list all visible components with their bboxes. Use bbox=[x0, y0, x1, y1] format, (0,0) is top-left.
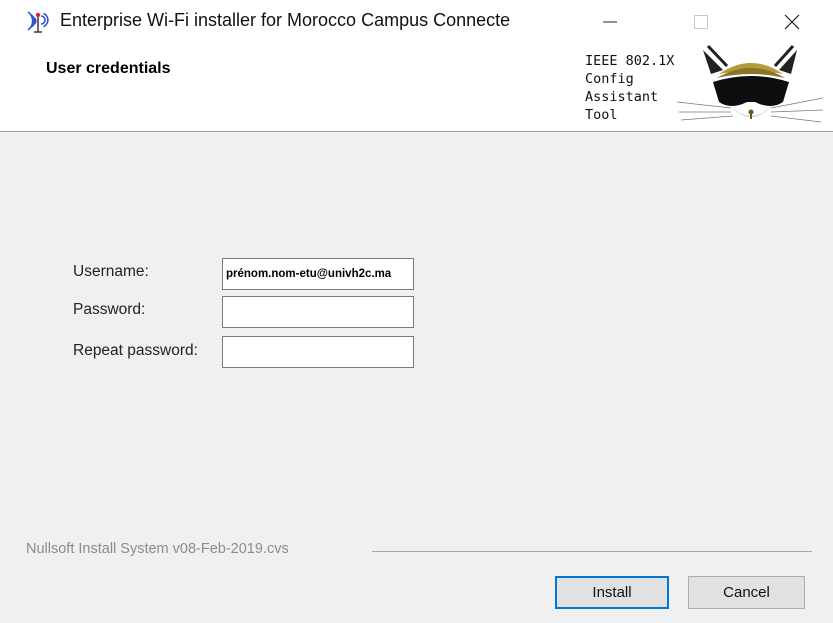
wifi-antenna-icon bbox=[22, 6, 52, 36]
header-panel: User credentials IEEE 802.1X Config Assi… bbox=[0, 44, 833, 131]
minimize-icon bbox=[603, 15, 617, 29]
title-bar: Enterprise Wi-Fi installer for Morocco C… bbox=[0, 0, 833, 44]
maximize-button[interactable] bbox=[671, 0, 731, 44]
cat-logo-icon bbox=[675, 40, 825, 135]
password-input[interactable] bbox=[222, 296, 414, 328]
tool-name-line: Assistant bbox=[585, 89, 659, 105]
install-button[interactable]: Install bbox=[555, 576, 669, 609]
footer-divider bbox=[372, 551, 812, 552]
repeat-password-input[interactable] bbox=[222, 336, 414, 368]
close-button[interactable] bbox=[762, 0, 822, 44]
tool-name: IEEE 802.1X Config Assistant Tool bbox=[585, 52, 674, 124]
window-title: Enterprise Wi-Fi installer for Morocco C… bbox=[60, 10, 511, 30]
minimize-button[interactable] bbox=[580, 0, 640, 44]
content-panel: Username: Password: Repeat password: Nul… bbox=[0, 132, 833, 623]
username-label: Username: bbox=[73, 263, 149, 280]
cancel-button[interactable]: Cancel bbox=[688, 576, 805, 609]
repeat-password-label: Repeat password: bbox=[73, 342, 198, 359]
page-title: User credentials bbox=[46, 60, 171, 77]
username-input[interactable] bbox=[222, 258, 414, 290]
tool-name-line: IEEE 802.1X bbox=[585, 53, 675, 69]
close-icon bbox=[784, 14, 800, 30]
tool-name-line: Config bbox=[585, 71, 634, 87]
password-label: Password: bbox=[73, 301, 146, 318]
installer-window: Enterprise Wi-Fi installer for Morocco C… bbox=[0, 0, 833, 623]
tool-name-line: Tool bbox=[585, 107, 618, 123]
maximize-icon bbox=[694, 15, 708, 29]
installer-branding: Nullsoft Install System v08-Feb-2019.cvs bbox=[26, 541, 289, 557]
